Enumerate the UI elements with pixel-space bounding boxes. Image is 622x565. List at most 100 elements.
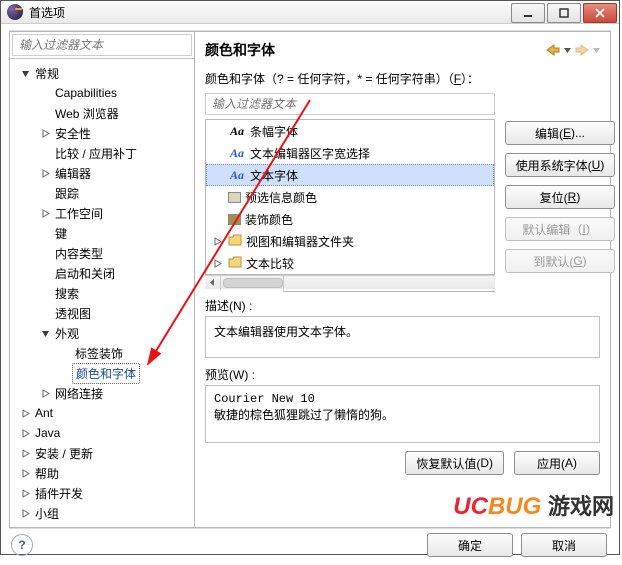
chevron-down-icon[interactable] — [38, 326, 52, 340]
reset-button[interactable]: 复位(R) — [505, 185, 615, 209]
category-tree[interactable]: 常规 Capabilities Web 浏览器安全性比较 / 应用补丁编辑器跟踪工作… — [10, 59, 194, 527]
chevron-right-icon[interactable] — [18, 486, 32, 500]
hint-suffix: ）： — [461, 72, 479, 86]
tree-item[interactable]: 键 — [10, 223, 194, 243]
font-tree-item[interactable]: 装饰颜色 — [206, 208, 494, 230]
tree-item[interactable]: 外观 — [10, 323, 194, 343]
chevron-right-icon[interactable] — [38, 206, 52, 220]
scroll-left-icon[interactable] — [205, 276, 221, 290]
chevron-down-icon[interactable] — [18, 66, 32, 80]
preview-box: Courier New 10 敏捷的棕色狐狸跳过了懒惰的狗。 — [205, 385, 600, 443]
hint-mnemonic: F — [454, 72, 461, 86]
tree-item-label: 颜色和字体 — [72, 363, 140, 384]
nav-back-menu[interactable] — [564, 43, 571, 57]
tree-item-label: 插件开发 — [32, 484, 86, 503]
chevron-right-icon[interactable] — [210, 256, 224, 270]
chevron-right-icon[interactable] — [18, 446, 32, 460]
font-tree[interactable]: Aa条幅字体Aa文本编辑器区字宽选择Aa文本字体预选信息颜色装饰颜色视图和编辑器… — [205, 119, 495, 275]
twisty-spacer — [38, 286, 52, 300]
chevron-right-icon[interactable] — [18, 426, 32, 440]
tree-item-label: 比较 / 应用补丁 — [52, 144, 140, 163]
chevron-right-icon[interactable] — [18, 466, 32, 480]
scroll-thumb[interactable] — [223, 278, 283, 288]
nav-forward-icon[interactable] — [573, 42, 591, 58]
tree-item-label: 标签装饰 — [72, 344, 126, 363]
font-tree-item[interactable]: 文本比较 — [206, 252, 494, 274]
nav-back-icon[interactable] — [544, 42, 562, 58]
help-button[interactable]: ? — [11, 534, 33, 556]
tree-item[interactable]: 帮助 — [10, 463, 194, 483]
tree-item[interactable]: 搜索 — [10, 283, 194, 303]
tree-filter-input[interactable] — [12, 34, 192, 56]
left-filter-wrap — [10, 32, 194, 59]
preview-label: 预览(W) : — [205, 366, 600, 383]
tree-item[interactable]: 编辑器 — [10, 163, 194, 183]
cancel-button[interactable]: 取消 — [521, 533, 607, 557]
detail-header: 颜色和字体 — [205, 40, 600, 60]
tree-item[interactable]: 内容类型 — [10, 243, 194, 263]
tree-item-label: 工作空间 — [52, 204, 106, 223]
restore-defaults-button[interactable]: 恢复默认值(D) — [405, 451, 504, 475]
chevron-right-icon[interactable] — [210, 234, 224, 248]
tree-item-label: 启动和关闭 — [52, 264, 118, 283]
maximize-button[interactable] — [547, 3, 581, 23]
preferences-window: 首选项 常规 Capabilities Web 浏览器安全性比较 / 应用补丁编辑器… — [0, 0, 620, 555]
tree-item[interactable]: 安装 / 更新 — [10, 443, 194, 463]
chevron-right-icon[interactable] — [18, 506, 32, 520]
tree-item[interactable]: 启动和关闭 — [10, 263, 194, 283]
window-buttons — [511, 1, 619, 23]
folder-icon — [228, 234, 242, 249]
mid-row: Aa条幅字体Aa文本编辑器区字宽选择Aa文本字体预选信息颜色装饰颜色视图和编辑器… — [205, 119, 600, 289]
chevron-right-icon[interactable] — [38, 386, 52, 400]
tree-item[interactable]: 工作空间 — [10, 203, 194, 223]
tree-item[interactable]: Java — [10, 423, 194, 443]
tree-item[interactable]: 常规 — [10, 63, 194, 83]
font-tree-item[interactable]: Aa文本编辑器区字宽选择 — [206, 142, 494, 164]
minimize-button[interactable] — [511, 3, 545, 23]
tree-item[interactable]: 颜色和字体 — [10, 363, 194, 383]
tree-item-label: 内容类型 — [52, 244, 106, 263]
tree-item[interactable]: 标签装饰 — [10, 343, 194, 363]
font-filter-input[interactable] — [205, 93, 495, 115]
split-pane: 常规 Capabilities Web 浏览器安全性比较 / 应用补丁编辑器跟踪工作… — [9, 30, 611, 529]
horiz-scrollbar[interactable] — [205, 275, 495, 289]
filter-hint: 颜色和字体（? = 任何字符，* = 任何字符串）（F）： — [205, 70, 600, 87]
tree-item-label: Ant — [32, 405, 56, 421]
titlebar[interactable]: 首选项 — [1, 1, 619, 24]
tree-item[interactable]: 安全性 — [10, 123, 194, 143]
use-system-font-button[interactable]: 使用系统字体(U) — [505, 153, 615, 177]
edit-button[interactable]: 编辑(E)... — [505, 121, 615, 145]
ok-button[interactable]: 确定 — [427, 533, 513, 557]
window-title: 首选项 — [29, 4, 511, 21]
chevron-right-icon[interactable] — [18, 406, 32, 420]
tree-item[interactable]: Web 浏览器 — [10, 103, 194, 123]
tree-item[interactable]: Ant — [10, 403, 194, 423]
font-tree-item[interactable]: 预选信息颜色 — [206, 186, 494, 208]
scroll-right-icon[interactable] — [283, 274, 495, 292]
font-tree-item[interactable]: Aa文本字体 — [206, 164, 494, 186]
tree-item-label: Java — [32, 425, 63, 441]
twisty-spacer — [58, 366, 72, 380]
tree-item-label: 键 — [52, 224, 70, 243]
tree-item[interactable]: 小组 — [10, 503, 194, 523]
tree-item[interactable]: 插件开发 — [10, 483, 194, 503]
tree-item[interactable]: 跟踪 — [10, 183, 194, 203]
watermark: UCBUG 游戏网 — [453, 489, 614, 521]
nav-arrows — [544, 42, 600, 58]
apply-button[interactable]: 应用(A) — [514, 451, 600, 475]
tree-item[interactable]: 比较 / 应用补丁 — [10, 143, 194, 163]
chevron-right-icon[interactable] — [38, 166, 52, 180]
close-button[interactable] — [583, 3, 617, 23]
color-swatch-icon — [228, 192, 241, 203]
nav-forward-menu[interactable] — [593, 43, 600, 57]
tree-item[interactable]: 透视图 — [10, 303, 194, 323]
font-tree-item[interactable]: 视图和编辑器文件夹 — [206, 230, 494, 252]
tree-item-label: Capabilities — [52, 85, 120, 101]
twisty-spacer — [38, 106, 52, 120]
font-tree-item[interactable]: Aa条幅字体 — [206, 120, 494, 142]
twisty-spacer — [38, 186, 52, 200]
tree-item[interactable]: 网络连接 — [10, 383, 194, 403]
tree-item[interactable]: Capabilities — [10, 83, 194, 103]
chevron-right-icon[interactable] — [38, 126, 52, 140]
preview-line1: Courier New 10 — [214, 392, 591, 406]
